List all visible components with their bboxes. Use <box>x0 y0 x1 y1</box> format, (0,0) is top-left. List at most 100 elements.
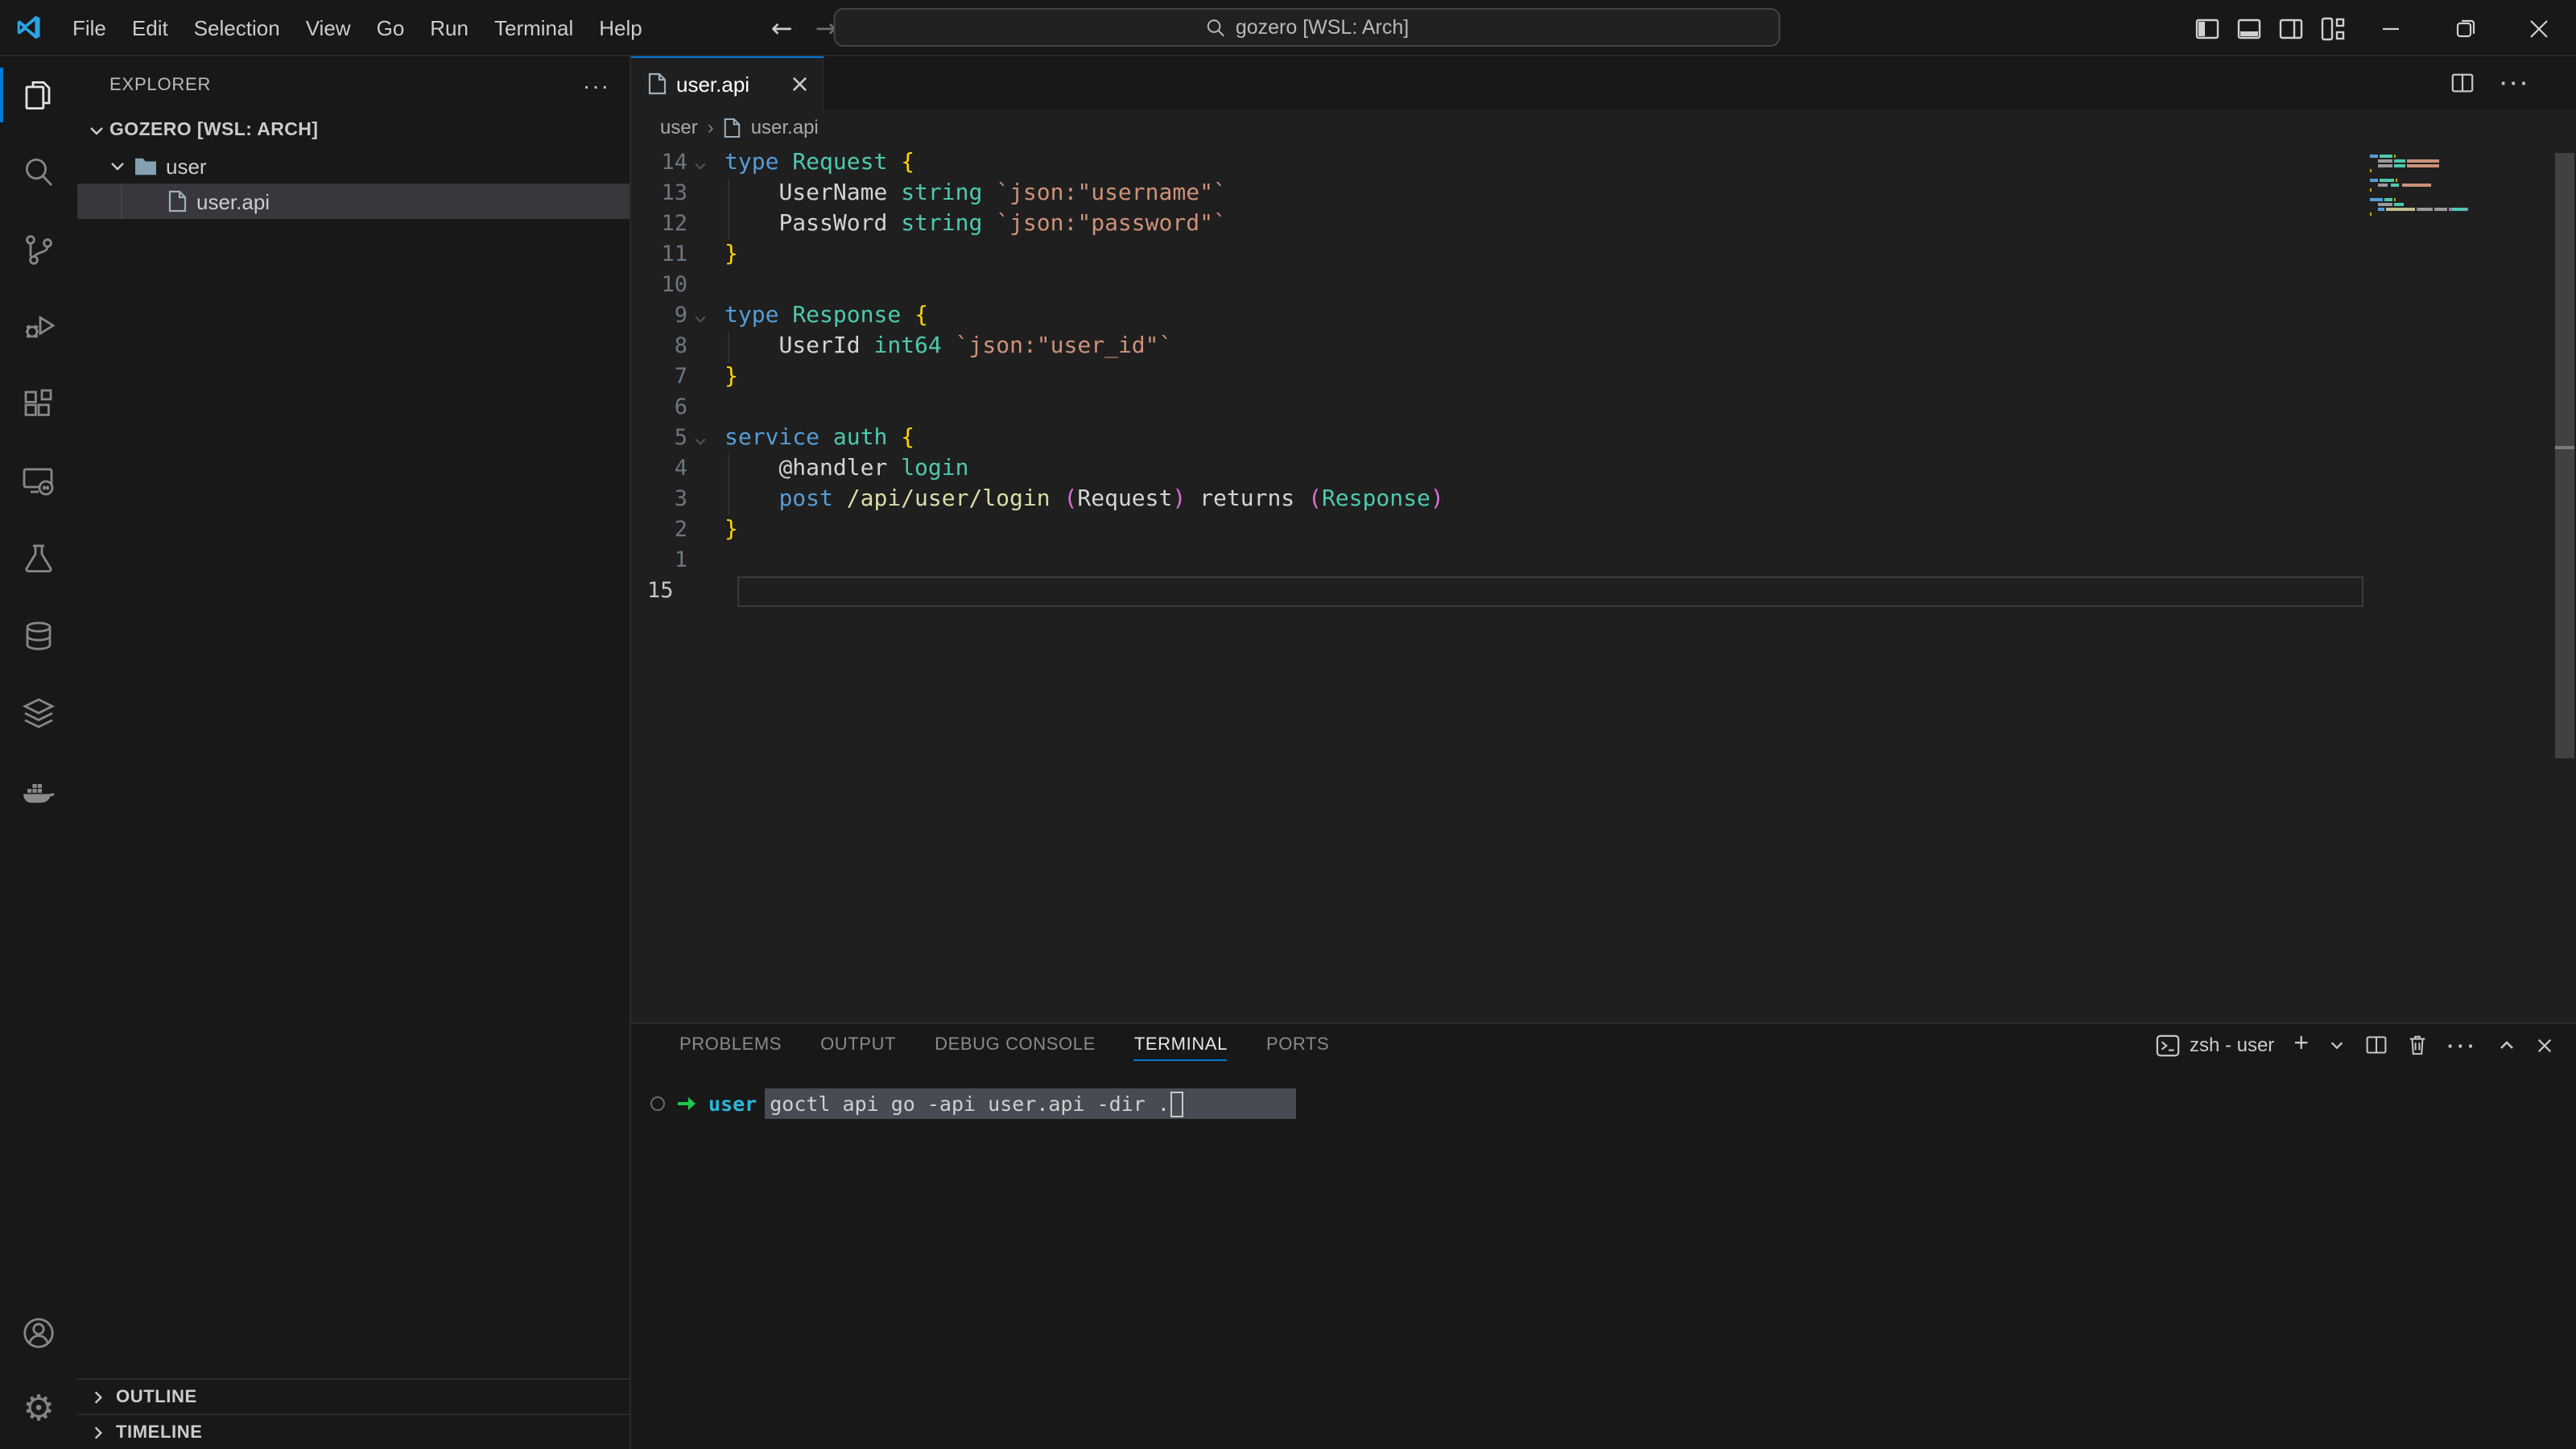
command-decoration-icon[interactable] <box>650 1096 665 1111</box>
split-terminal-icon[interactable] <box>2365 1034 2388 1056</box>
menu-item-go[interactable]: Go <box>364 0 418 56</box>
panel-tab-debug-console[interactable]: DEBUG CONSOLE <box>935 1024 1096 1066</box>
minimap-line <box>2370 164 2528 167</box>
sidebar-item-database[interactable] <box>0 597 77 675</box>
explorer-more-actions-icon[interactable]: ··· <box>583 72 610 97</box>
settings-button[interactable]: ⚙ <box>0 1372 77 1449</box>
code-line[interactable]: 9type Response { <box>631 301 2363 332</box>
outline-section-header[interactable]: OUTLINE <box>77 1378 630 1414</box>
code-line[interactable]: 8 UserId int64 `json:"user_id"` <box>631 332 2363 362</box>
close-panel-icon[interactable] <box>2536 1036 2553 1054</box>
kill-terminal-trash-icon[interactable] <box>2407 1034 2428 1056</box>
code-line[interactable]: 14type Request { <box>631 148 2363 179</box>
sidebar-item-search[interactable] <box>0 134 77 211</box>
nav-history: ← → <box>771 12 837 43</box>
code-text: UserId int64 `json:"user_id"` <box>724 332 1172 362</box>
breadcrumb-folder[interactable]: user <box>660 116 698 138</box>
close-window-button[interactable] <box>2502 0 2576 56</box>
minimap-line <box>2370 184 2528 187</box>
terminal-prompt-line[interactable]: user goctl api go -api user.api -dir . <box>631 1088 2576 1119</box>
menu-item-file[interactable]: File <box>60 0 119 56</box>
code-text: } <box>724 515 738 546</box>
tree-root-gozero[interactable]: GOZERO [WSL: ARCH] <box>77 113 630 148</box>
minimap[interactable] <box>2363 145 2528 1022</box>
code-line[interactable]: 2} <box>631 515 2363 546</box>
code-line[interactable]: 11} <box>631 240 2363 270</box>
file-icon <box>724 117 741 138</box>
back-arrow-icon[interactable]: ← <box>771 12 793 43</box>
code-editor[interactable]: 14type Request {13 UserName string `json… <box>631 145 2576 1022</box>
breadcrumb-file[interactable]: user.api <box>751 116 819 138</box>
panel-tab-output[interactable]: OUTPUT <box>820 1024 896 1066</box>
code-line[interactable]: 13 UserName string `json:"username"` <box>631 179 2363 209</box>
code-line[interactable]: 5service auth { <box>631 423 2363 454</box>
docker-whale-icon <box>19 771 58 810</box>
toggle-secondary-sidebar-icon[interactable] <box>2270 0 2312 56</box>
beaker-icon <box>19 539 58 578</box>
sidebar-item-remote-explorer[interactable] <box>0 443 77 520</box>
file-icon <box>167 190 187 213</box>
terminal-dropdown-icon[interactable] <box>2328 1036 2346 1054</box>
tree-file-user-api[interactable]: user.api <box>77 184 630 219</box>
timeline-section-header[interactable]: TIMELINE <box>77 1414 630 1449</box>
prompt-arrow-icon <box>676 1095 697 1113</box>
menu-item-view[interactable]: View <box>293 0 364 56</box>
split-editor-icon[interactable] <box>2450 71 2475 95</box>
chevron-right-icon: › <box>708 116 714 138</box>
terminal-command-text: goctl api go -api user.api -dir . <box>770 1092 1170 1116</box>
line-number: 13 <box>631 179 724 209</box>
editor-tab-bar: user.api × ··· <box>631 56 2576 109</box>
code-text: UserName string `json:"username"` <box>724 179 1227 209</box>
tree-folder-user[interactable]: user <box>77 148 630 184</box>
command-center-search[interactable]: gozero [WSL: Arch] <box>834 8 1781 47</box>
code-line[interactable]: 1 <box>631 546 2363 576</box>
code-line[interactable]: 15 <box>631 576 2363 607</box>
sidebar-item-source-control[interactable] <box>0 211 77 288</box>
sidebar-title: EXPLORER <box>109 75 211 94</box>
toggle-panel-icon[interactable] <box>2228 0 2270 56</box>
explorer-sidebar: EXPLORER ··· GOZERO [WSL: ARCH] user <box>77 56 631 1449</box>
code-line[interactable]: 4 @handler login <box>631 454 2363 485</box>
toggle-primary-sidebar-icon[interactable] <box>2186 0 2228 56</box>
vscode-window: FileEditSelectionViewGoRunTerminalHelp ←… <box>0 0 2576 1449</box>
panel-more-actions-icon[interactable]: ··· <box>2447 1033 2478 1057</box>
code-line[interactable]: 7} <box>631 362 2363 393</box>
code-line[interactable]: 12 PassWord string `json:"password"` <box>631 209 2363 240</box>
menu-item-help[interactable]: Help <box>586 0 655 56</box>
sidebar-item-run-and-debug[interactable] <box>0 288 77 365</box>
panel-tab-ports[interactable]: PORTS <box>1266 1024 1329 1066</box>
panel-tab-terminal[interactable]: TERMINAL <box>1134 1024 1228 1066</box>
customize-layout-icon[interactable] <box>2312 0 2354 56</box>
sidebar-item-layers[interactable] <box>0 675 77 752</box>
restore-button[interactable] <box>2428 0 2502 56</box>
terminal-selection-pad <box>1184 1088 1297 1119</box>
account-button[interactable] <box>0 1294 77 1372</box>
code-line[interactable]: 10 <box>631 270 2363 301</box>
scrollbar-slider[interactable] <box>2555 153 2574 758</box>
breadcrumb[interactable]: user › user.api <box>631 109 2576 145</box>
close-tab-icon[interactable]: × <box>790 72 810 96</box>
sidebar-item-explorer[interactable] <box>0 56 77 134</box>
terminal-session-label[interactable]: zsh - user <box>2156 1033 2274 1057</box>
new-terminal-icon[interactable]: + <box>2293 1030 2309 1059</box>
maximize-panel-icon[interactable] <box>2497 1035 2516 1055</box>
code-line[interactable]: 6 <box>631 393 2363 423</box>
panel-tab-problems[interactable]: PROBLEMS <box>679 1024 782 1066</box>
menu-item-terminal[interactable]: Terminal <box>481 0 586 56</box>
sidebar-item-extensions[interactable] <box>0 365 77 443</box>
menu-item-selection[interactable]: Selection <box>181 0 293 56</box>
minimap-line <box>2370 217 2528 221</box>
menu-item-run[interactable]: Run <box>417 0 481 56</box>
editor-more-actions-icon[interactable]: ··· <box>2500 71 2531 95</box>
code-line[interactable]: 3 post /api/user/login (Request) returns… <box>631 485 2363 515</box>
menu-item-edit[interactable]: Edit <box>119 0 181 56</box>
debug-icon <box>19 308 58 346</box>
code-text: type Request { <box>724 148 914 179</box>
line-number: 10 <box>631 270 724 301</box>
editor-region: user.api × ··· user › user.api 14type Re… <box>631 56 2576 1449</box>
editor-scrollbar[interactable] <box>2553 145 2576 1022</box>
minimize-button[interactable] <box>2354 0 2428 56</box>
sidebar-item-docker[interactable] <box>0 752 77 829</box>
tab-user-api[interactable]: user.api × <box>631 56 824 109</box>
sidebar-item-testing[interactable] <box>0 520 77 597</box>
